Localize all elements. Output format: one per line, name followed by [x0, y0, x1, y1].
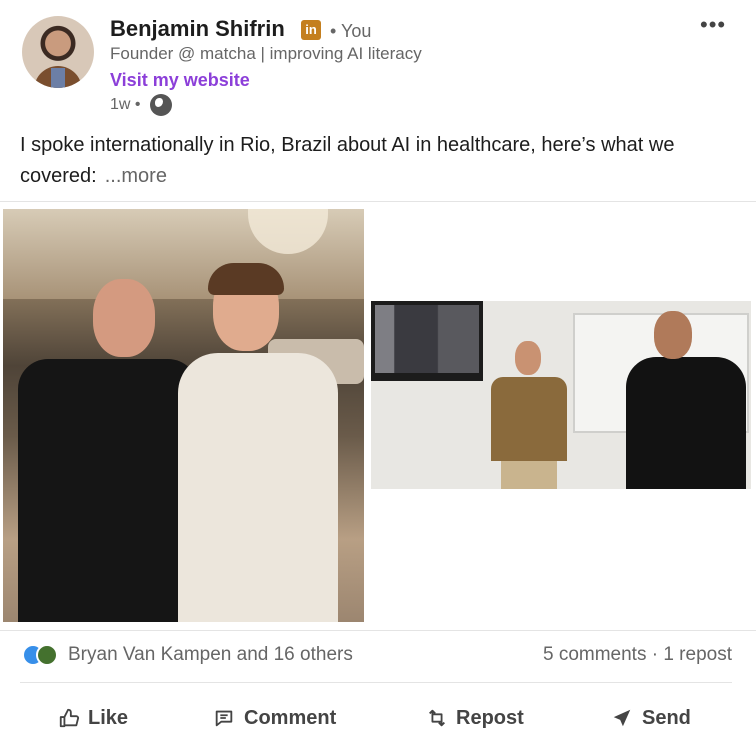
post-photo-1[interactable] — [3, 209, 364, 622]
person-shirt — [626, 357, 746, 489]
repost-label: Repost — [456, 706, 524, 729]
tv-screen — [375, 305, 479, 373]
visit-website-link[interactable]: Visit my website — [110, 70, 250, 91]
see-more-link[interactable]: ...more — [105, 165, 167, 187]
post-body: I spoke internationally in Rio, Brazil a… — [20, 130, 740, 192]
person-jacket — [491, 377, 567, 461]
author-headline: Founder @ matcha | improving AI literacy — [110, 44, 422, 63]
photo-tv — [371, 301, 483, 381]
person-shirt — [18, 359, 198, 622]
reactors-summary[interactable]: Bryan Van Kampen and 16 others — [68, 644, 353, 666]
linkedin-premium-badge: in — [301, 20, 321, 40]
post-time: 1w • — [110, 96, 141, 113]
person-head — [654, 311, 692, 359]
person-shirt — [178, 353, 338, 622]
comment-button[interactable]: Comment — [212, 704, 336, 732]
person-head — [93, 279, 155, 357]
divider — [0, 201, 756, 202]
like-icon — [59, 708, 80, 728]
avatar-shirt — [51, 68, 65, 88]
comments-reposts-count[interactable]: 5 comments · 1 repost — [543, 644, 732, 666]
photo-person-jacket — [491, 341, 567, 489]
divider — [20, 682, 732, 683]
comment-label: Comment — [244, 706, 337, 729]
overflow-menu-icon[interactable]: ••• — [700, 12, 726, 38]
repost-icon — [429, 709, 445, 727]
person-pants — [501, 461, 557, 489]
author-name[interactable]: Benjamin Shifrin — [110, 16, 285, 42]
like-label: Like — [88, 706, 129, 729]
repost-button[interactable]: Repost — [426, 704, 524, 732]
reaction-icons[interactable] — [22, 644, 62, 666]
send-button[interactable]: Send — [610, 704, 691, 732]
post-photo-2[interactable] — [371, 301, 751, 489]
photo-person-right — [178, 263, 353, 622]
globe-icon — [150, 94, 172, 116]
comment-icon — [215, 710, 233, 727]
photo-person-left — [13, 279, 198, 622]
insightful-reaction-icon — [36, 644, 58, 666]
like-button[interactable]: Like — [58, 704, 128, 732]
send-icon — [613, 709, 631, 727]
author-avatar[interactable] — [22, 16, 94, 88]
send-label: Send — [642, 706, 691, 729]
photo-person-black-shirt — [626, 311, 746, 489]
connection-degree: • You — [330, 21, 372, 41]
divider — [0, 630, 756, 631]
person-hair — [208, 263, 284, 295]
person-head — [515, 341, 541, 375]
